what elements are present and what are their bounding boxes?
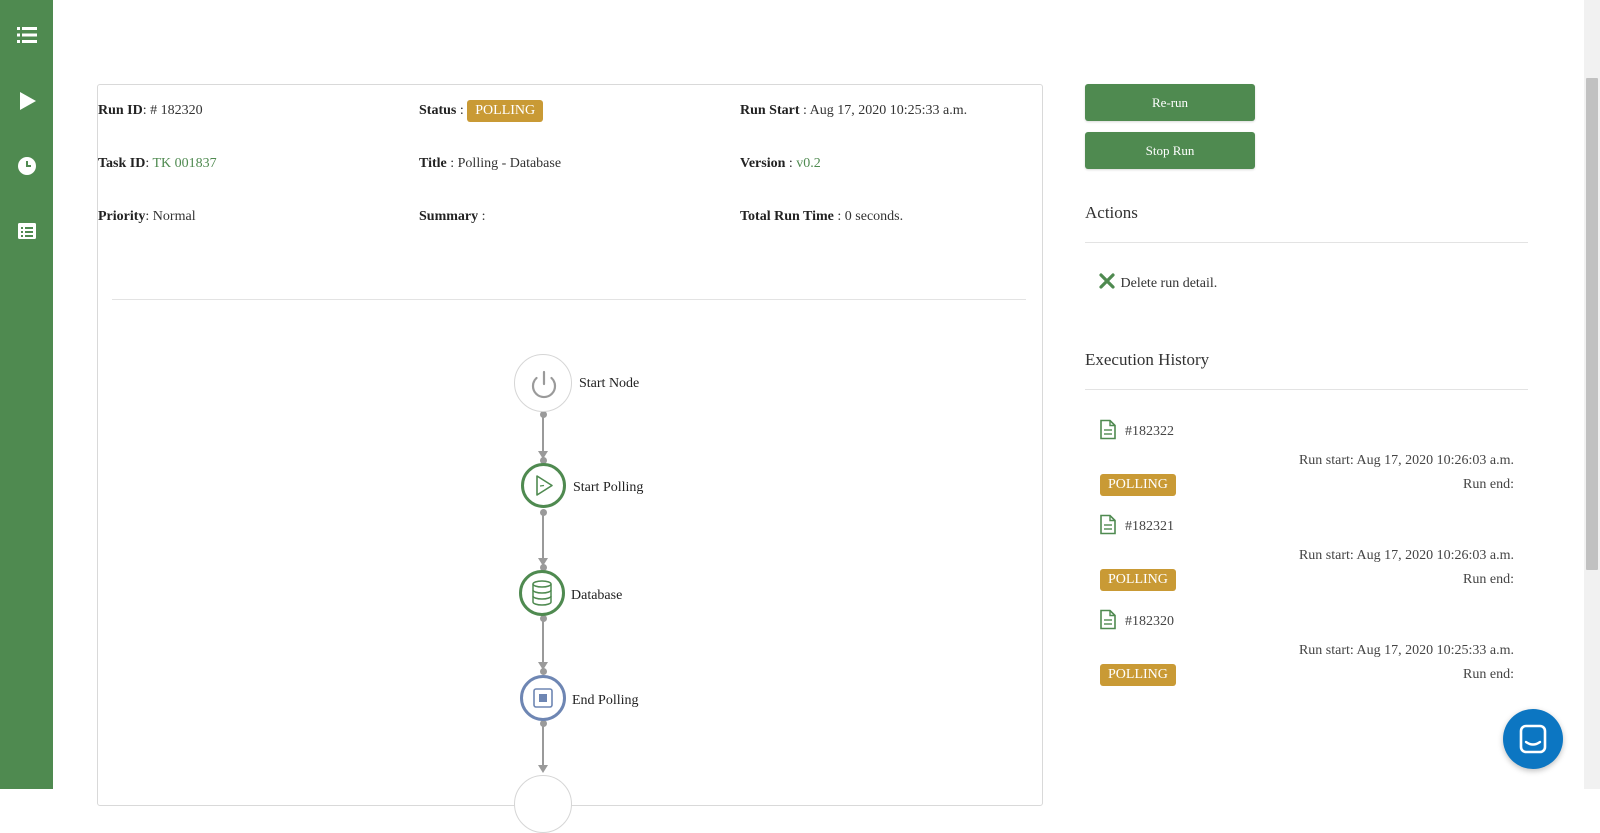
flow-node-end[interactable] — [514, 775, 572, 833]
edge-line — [542, 723, 544, 768]
status-badge: POLLING — [467, 100, 544, 122]
run-start-value: : Aug 17, 2020 10:25:33 a.m. — [799, 103, 968, 118]
title-label: Title — [419, 156, 447, 171]
detail-list-icon[interactable] — [14, 218, 40, 244]
flow-node-end-polling[interactable] — [520, 675, 566, 721]
flow-node-label: Start Node — [579, 376, 640, 391]
flow-node-start-polling[interactable] — [521, 463, 566, 508]
actions-title: Actions — [1085, 203, 1138, 222]
priority-value: : Normal — [145, 209, 196, 224]
rerun-button[interactable]: Re-run — [1085, 84, 1255, 121]
priority-label: Priority — [98, 209, 146, 224]
history-run-end: Run end: — [1463, 477, 1514, 492]
power-icon — [531, 370, 557, 399]
edge-line — [542, 512, 544, 561]
chat-launcher-button[interactable] — [1503, 709, 1563, 769]
stop-icon — [533, 688, 553, 708]
run-version: Version : v0.2 — [740, 156, 821, 172]
history-divider — [1085, 389, 1528, 390]
version-link[interactable]: v0.2 — [796, 156, 821, 171]
chat-icon — [1519, 724, 1547, 754]
database-icon — [532, 580, 552, 606]
sidebar — [0, 0, 53, 789]
flow-node-start[interactable] — [514, 354, 572, 412]
edge-line — [542, 414, 544, 454]
history-run-start: Run start: Aug 17, 2020 10:25:33 a.m. — [1298, 643, 1514, 658]
clock-icon[interactable] — [14, 153, 40, 179]
history-run-start: Run start: Aug 17, 2020 10:26:03 a.m. — [1298, 548, 1514, 563]
run-status: Status : POLLING — [419, 100, 544, 122]
flow-node-database[interactable] — [519, 570, 565, 616]
close-icon — [1099, 273, 1115, 289]
history-status-badge: POLLING — [1100, 569, 1176, 591]
play-icon[interactable] — [14, 88, 40, 114]
flow-node-label: End Polling — [572, 693, 639, 708]
history-run-link[interactable]: #182322 — [1125, 424, 1174, 440]
title-value: : Polling - Database — [446, 156, 562, 171]
run-start: Run Start : Aug 17, 2020 10:25:33 a.m. — [740, 103, 967, 119]
run-summary: Summary : — [419, 209, 486, 225]
task-id-label: Task ID — [98, 156, 146, 171]
history-run-end: Run end: — [1463, 667, 1514, 682]
actions-divider — [1085, 242, 1528, 243]
history-run-link[interactable]: #182321 — [1125, 519, 1174, 535]
list-icon[interactable] — [14, 22, 40, 48]
scrollbar-thumb[interactable] — [1586, 78, 1598, 570]
history-status-badge: POLLING — [1100, 474, 1176, 496]
delete-run-label: Delete run detail. — [1120, 276, 1218, 291]
total-run-time-label: Total Run Time — [740, 209, 834, 224]
version-label: Version — [740, 156, 786, 171]
document-icon — [1100, 514, 1116, 535]
run-start-label: Run Start — [740, 103, 800, 118]
run-title: Title : Polling - Database — [419, 156, 561, 172]
version-separator: : — [785, 156, 797, 171]
task-id-link[interactable]: TK 001837 — [153, 156, 217, 171]
edge-line — [542, 618, 544, 665]
run-priority: Priority: Normal — [98, 209, 196, 225]
edge-dot — [540, 668, 547, 675]
history-status-badge: POLLING — [1100, 664, 1176, 686]
task-id-separator: : — [145, 156, 153, 171]
task-id: Task ID: TK 001837 — [98, 156, 217, 172]
delete-run-action[interactable]: Delete run detail. — [1099, 273, 1217, 292]
stop-run-button[interactable]: Stop Run — [1085, 132, 1255, 169]
execution-history-title: Execution History — [1085, 350, 1210, 369]
run-id-value: : # 182320 — [142, 103, 203, 118]
history-run-link[interactable]: #182320 — [1125, 614, 1174, 630]
summary-value: : — [478, 209, 486, 224]
total-run-time-value: : 0 seconds. — [833, 209, 904, 224]
flow-node-label: Start Polling — [573, 480, 644, 495]
status-label: Status — [419, 103, 457, 118]
total-run-time: Total Run Time : 0 seconds. — [740, 209, 903, 225]
history-run-start: Run start: Aug 17, 2020 10:26:03 a.m. — [1298, 453, 1514, 468]
run-detail-card — [97, 84, 1043, 806]
edge-arrow — [538, 765, 548, 773]
run-id: Run ID: # 182320 — [98, 103, 203, 119]
scrollbar-track[interactable] — [1584, 0, 1600, 789]
run-id-label: Run ID — [98, 103, 143, 118]
document-icon — [1100, 419, 1116, 440]
document-icon — [1100, 609, 1116, 630]
history-run-end: Run end: — [1463, 572, 1514, 587]
card-divider — [112, 299, 1026, 300]
flow-node-label: Database — [571, 588, 623, 603]
status-separator: : — [456, 103, 468, 118]
play-outline-icon — [536, 475, 553, 496]
summary-label: Summary — [419, 209, 479, 224]
